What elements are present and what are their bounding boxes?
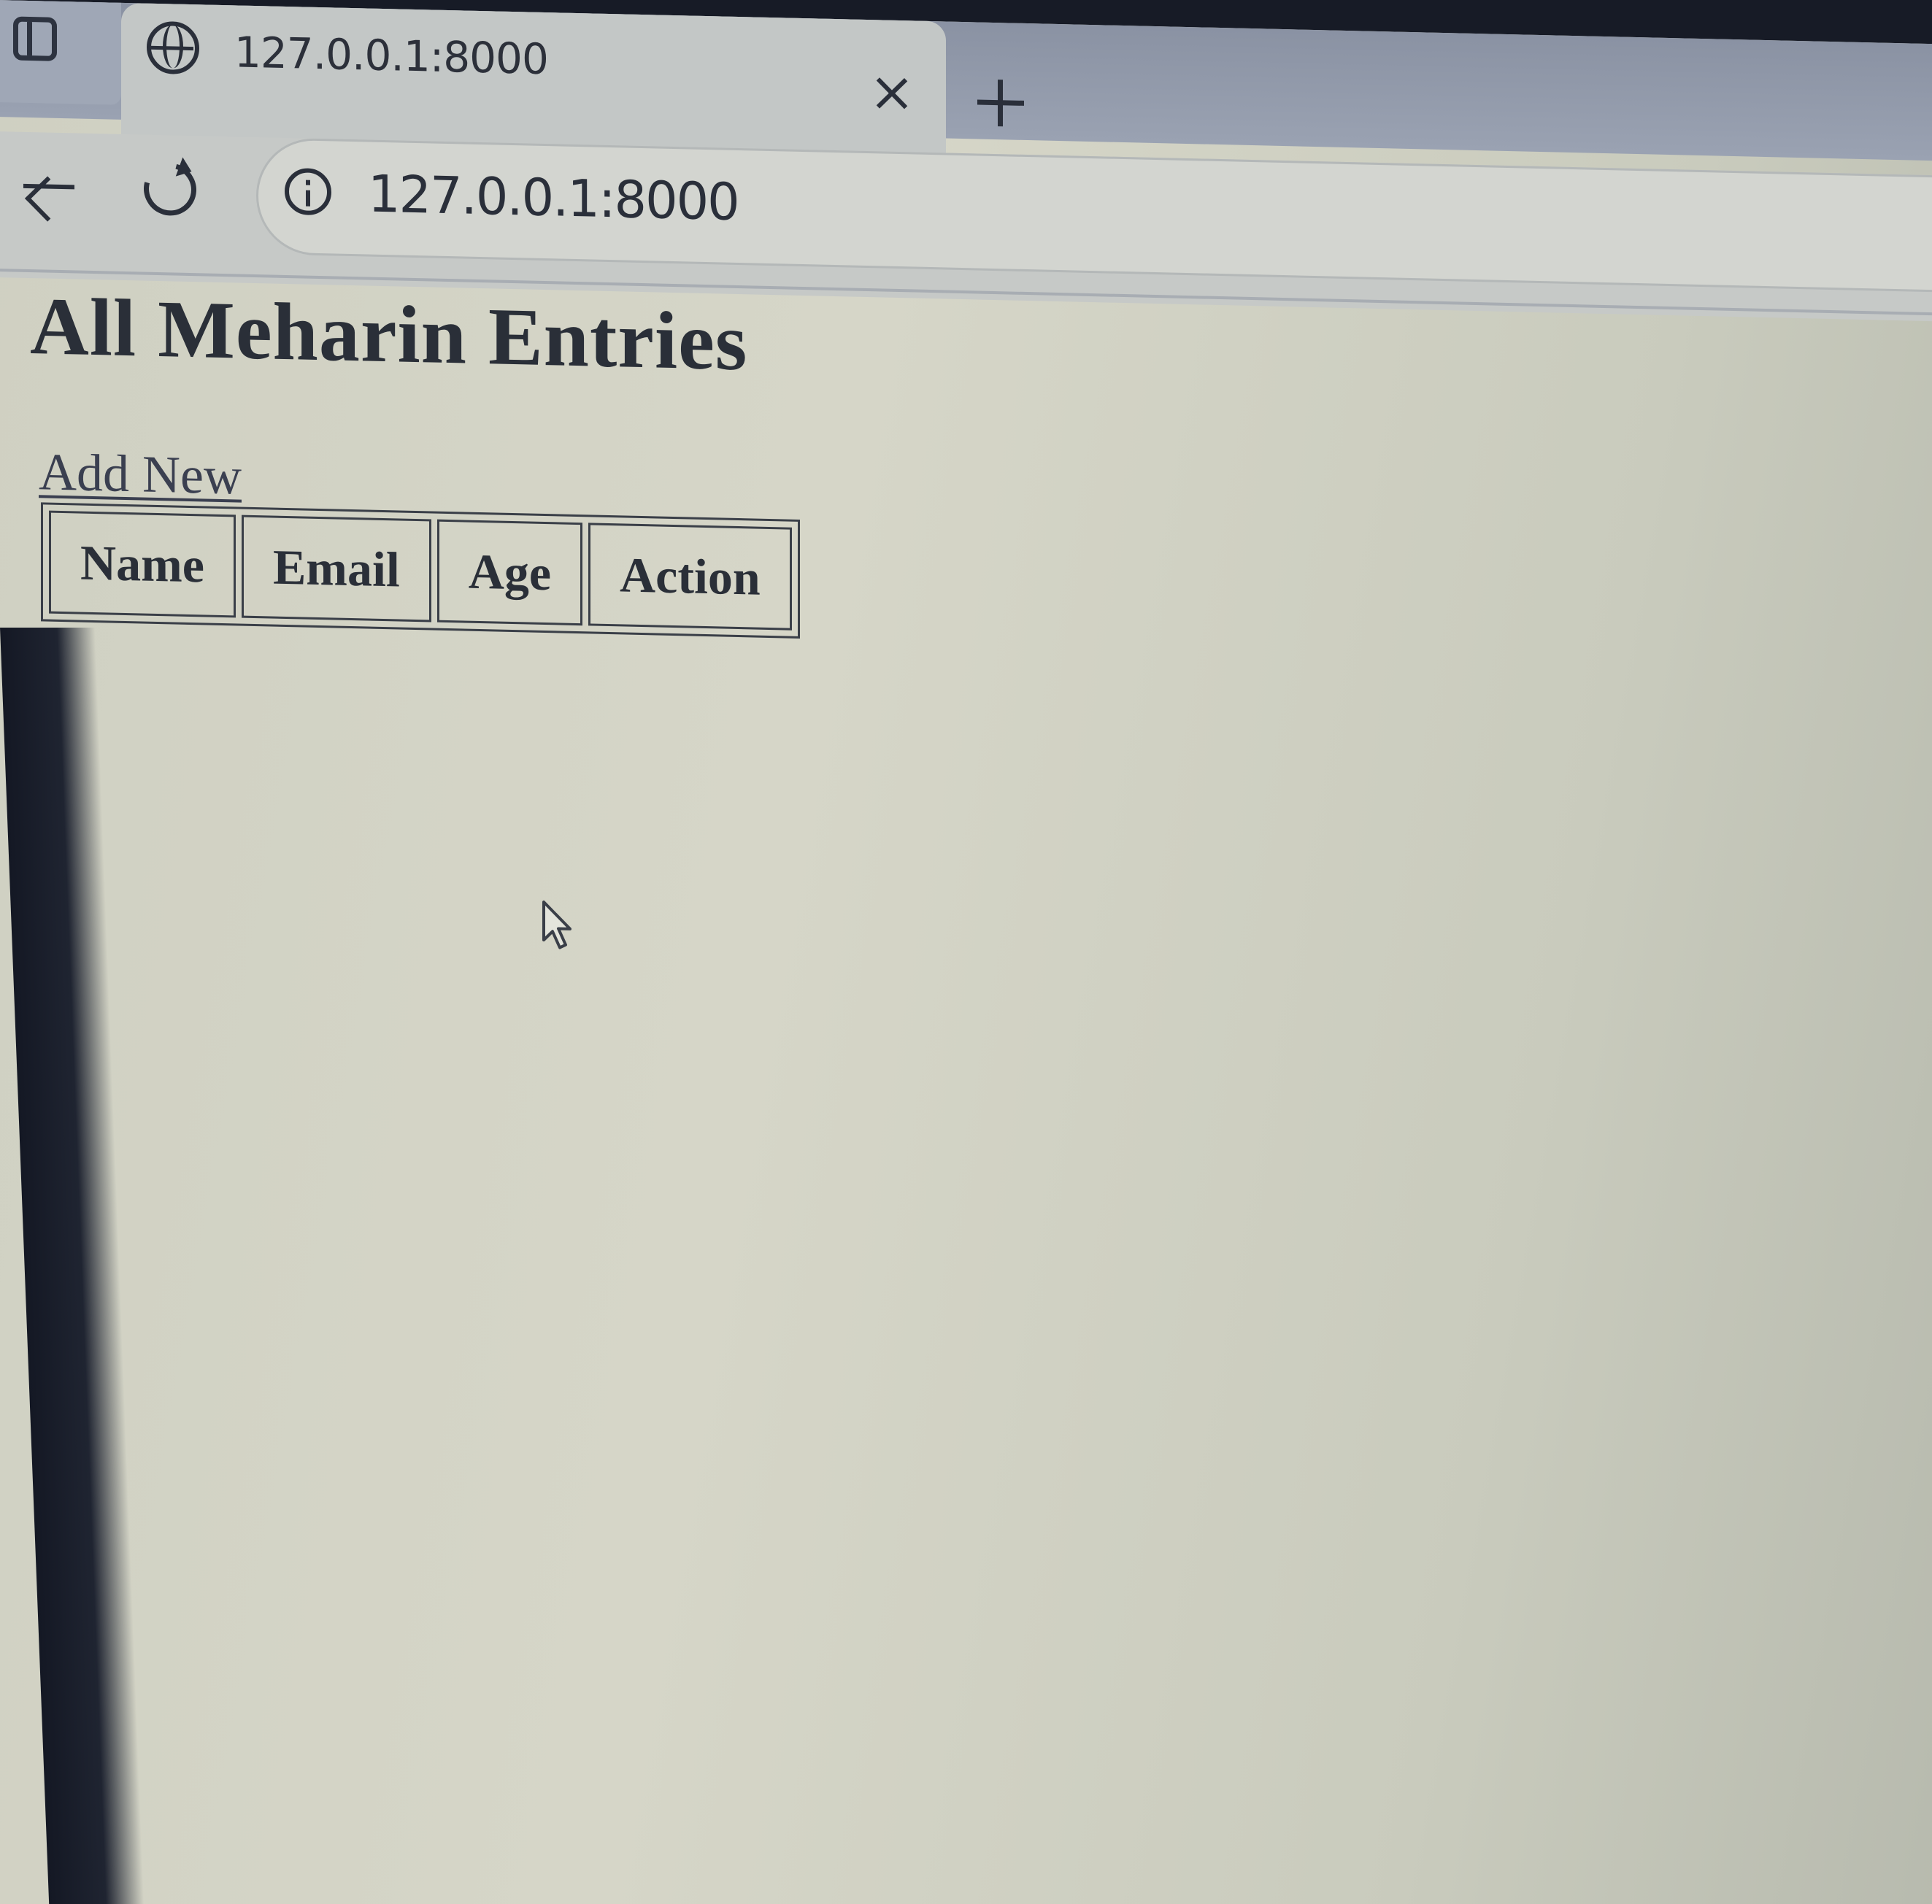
page-title: All Meharin Entries	[30, 281, 748, 388]
table-header-row: Name Email Age Action	[49, 510, 792, 631]
tab-strip: 127.0.0.1:8000	[0, 0, 1932, 162]
column-header-action: Action	[588, 523, 792, 631]
tab-title: 127.0.0.1:8000	[234, 27, 548, 85]
column-header-email: Email	[241, 514, 431, 623]
sidebar-toggle-icon	[13, 16, 57, 61]
globe-icon	[147, 20, 199, 75]
reload-icon	[134, 153, 207, 226]
page-content: All Meharin Entries Add New Name Email A…	[0, 271, 1932, 1904]
address-bar[interactable]: 127.0.0.1:8000	[256, 137, 1932, 294]
monitor: 127.0.0.1:8000 127.0.0.1:8000 All Mehari…	[0, 0, 1932, 1904]
url-text[interactable]: 127.0.0.1:8000	[368, 164, 739, 233]
browser-window: 127.0.0.1:8000 127.0.0.1:8000 All Mehari…	[0, 0, 1932, 1904]
close-icon[interactable]	[866, 67, 917, 120]
add-new-link[interactable]: Add New	[39, 442, 242, 506]
entries-table: Name Email Age Action	[41, 502, 800, 639]
mouse-pointer-icon	[542, 900, 571, 949]
column-header-age: Age	[436, 519, 583, 626]
reload-button[interactable]	[134, 153, 207, 226]
column-header-name: Name	[49, 510, 236, 618]
plus-icon[interactable]	[971, 73, 1030, 133]
sidebar-toggle-button[interactable]	[0, 0, 121, 105]
info-icon[interactable]	[285, 167, 331, 216]
back-button[interactable]	[12, 150, 85, 224]
back-arrow-head	[25, 176, 71, 222]
